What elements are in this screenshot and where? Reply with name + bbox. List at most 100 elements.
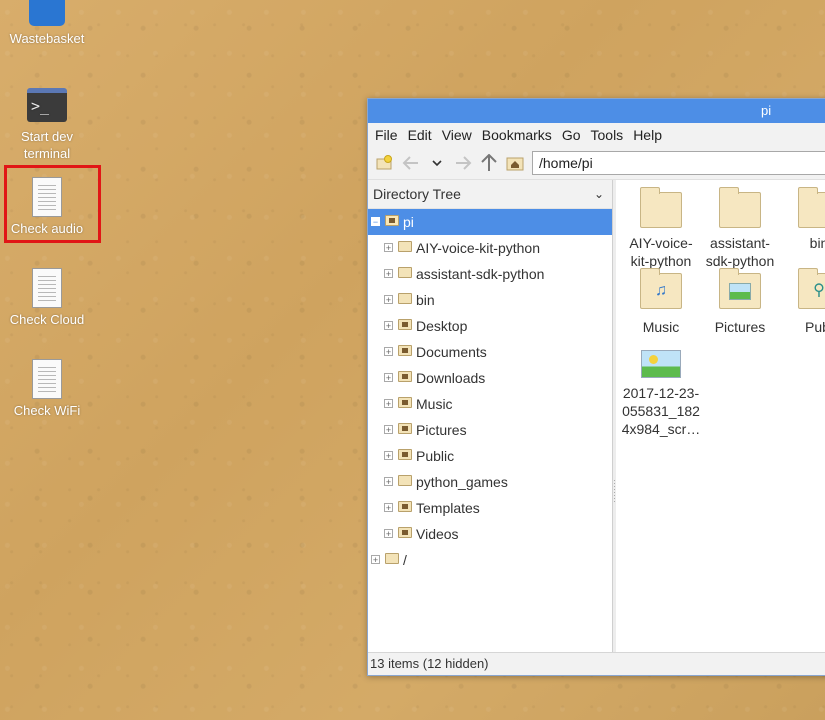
expand-icon[interactable]: + (384, 243, 393, 253)
arrow-up-icon (481, 154, 497, 171)
arrow-right-icon (456, 156, 472, 170)
toolbar (368, 147, 825, 180)
expand-icon[interactable]: + (384, 347, 393, 357)
desktop-icon-wastebasket[interactable]: Wastebasket (1, 0, 93, 47)
desktop-icon-check-wifi[interactable]: Check WiFi (1, 359, 93, 419)
status-text: 13 items (12 hidden) (370, 656, 489, 671)
tree-item[interactable]: + Public (368, 443, 612, 469)
tree-item-label: Documents (416, 344, 487, 360)
folder-icon (385, 553, 399, 564)
forward-button[interactable] (452, 152, 474, 174)
expand-icon[interactable]: + (384, 425, 393, 435)
collapse-icon[interactable]: − (371, 217, 380, 227)
tree-item[interactable]: + AIY-voice-kit-python (368, 235, 612, 261)
home-button[interactable] (504, 152, 526, 174)
file-item-label: 055831_182 (622, 403, 700, 419)
desktop-icon-start-dev-terminal[interactable]: >_ Start dev terminal (1, 88, 93, 162)
history-button[interactable] (426, 152, 448, 174)
window-titlebar[interactable]: pi (368, 99, 825, 123)
menu-view[interactable]: View (437, 123, 477, 147)
folder-icon (398, 475, 412, 486)
menu-help[interactable]: Help (628, 123, 667, 147)
side-pane-title: Directory Tree (373, 186, 461, 202)
new-tab-button[interactable] (374, 152, 396, 174)
expand-icon[interactable]: + (384, 399, 393, 409)
desktop-icon-label: Check audio (10, 221, 84, 236)
menu-go[interactable]: Go (557, 123, 586, 147)
chevron-down-icon (432, 160, 442, 167)
folder-icon (398, 293, 412, 304)
file-item-label: AIY-voice- (629, 235, 693, 251)
file-manager-window: pi File Edit View Bookmarks Go Tools Hel… (367, 98, 825, 676)
file-item-label: kit-python (630, 253, 692, 269)
tree-item-label: AIY-voice-kit-python (416, 240, 540, 256)
file-item-folder[interactable]: AIY-voice- kit-python (620, 187, 702, 270)
terminal-icon: >_ (27, 88, 67, 122)
tree-item-label: Public (416, 448, 455, 464)
tree-item-pi[interactable]: − pi (368, 209, 612, 235)
desktop-icon-label: Check WiFi (13, 403, 81, 418)
folder-icon (640, 187, 682, 228)
folder-icon (719, 187, 761, 228)
document-icon (32, 268, 62, 308)
new-tab-icon (376, 155, 392, 170)
path-input[interactable] (532, 151, 825, 175)
expand-icon[interactable]: + (384, 529, 393, 539)
tree-item[interactable]: + Templates (368, 495, 612, 521)
tree-item[interactable]: + Videos (368, 521, 612, 547)
expand-icon[interactable]: + (384, 321, 393, 331)
file-item-folder[interactable]: ♫ Music (620, 268, 702, 336)
documents-folder-icon (398, 345, 412, 356)
menu-file[interactable]: File (370, 123, 403, 147)
tree-item[interactable]: + python_games (368, 469, 612, 495)
tree-item-label: Desktop (416, 318, 468, 334)
tree-item[interactable]: + Documents (368, 339, 612, 365)
tree-item-label: Templates (416, 500, 480, 516)
menu-edit[interactable]: Edit (403, 123, 437, 147)
file-item-image[interactable]: 2017-12-23- 055831_182 4x984_scr… (620, 350, 702, 438)
file-item-folder[interactable]: Pictures (699, 268, 781, 336)
folder-icon (798, 187, 825, 228)
desktop-icon-check-audio[interactable]: Check audio (1, 177, 93, 237)
tree-item[interactable]: + Downloads (368, 365, 612, 391)
menu-bookmarks[interactable]: Bookmarks (477, 123, 557, 147)
expand-icon[interactable]: + (384, 269, 393, 279)
file-item-label: assistant- (710, 235, 770, 251)
expand-icon[interactable]: + (384, 451, 393, 461)
tree-item-label: Pictures (416, 422, 467, 438)
downloads-folder-icon (398, 371, 412, 382)
tree-item[interactable]: + Music (368, 391, 612, 417)
up-button[interactable] (478, 152, 500, 174)
file-item-label: Publ (804, 319, 825, 335)
tree-item-filesystem-root[interactable]: + / (368, 547, 612, 573)
menu-tools[interactable]: Tools (586, 123, 629, 147)
tree-item-label: bin (416, 292, 435, 308)
home-icon (506, 157, 524, 171)
expand-icon[interactable]: + (371, 555, 380, 565)
side-pane-selector[interactable]: Directory Tree ⌄ (368, 180, 612, 209)
desktop-folder-icon (398, 319, 412, 330)
expand-icon[interactable]: + (384, 295, 393, 305)
tree-item[interactable]: + Desktop (368, 313, 612, 339)
file-item-folder[interactable]: assistant- sdk-python (699, 187, 781, 270)
expand-icon[interactable]: + (384, 477, 393, 487)
tree-item[interactable]: + assistant-sdk-python (368, 261, 612, 287)
tree-item-label: python_games (416, 474, 508, 490)
file-item-folder[interactable]: ⚲ Publ (778, 268, 825, 336)
folder-icon (398, 241, 412, 252)
file-item-label: Pictures (714, 319, 766, 335)
file-item-folder[interactable]: bin (778, 187, 825, 252)
tree-item-label: Music (416, 396, 453, 412)
desktop-icon-check-cloud[interactable]: Check Cloud (1, 268, 93, 328)
file-item-label: Music (642, 319, 680, 335)
tree-item[interactable]: + Pictures (368, 417, 612, 443)
back-button[interactable] (400, 152, 422, 174)
videos-folder-icon (398, 527, 412, 538)
tree-item[interactable]: + bin (368, 287, 612, 313)
file-item-label: bin (809, 235, 825, 251)
expand-icon[interactable]: + (384, 373, 393, 383)
tree-item-label: Downloads (416, 370, 486, 386)
expand-icon[interactable]: + (384, 503, 393, 513)
document-icon (32, 359, 62, 399)
menu-bar: File Edit View Bookmarks Go Tools Help (368, 123, 825, 147)
